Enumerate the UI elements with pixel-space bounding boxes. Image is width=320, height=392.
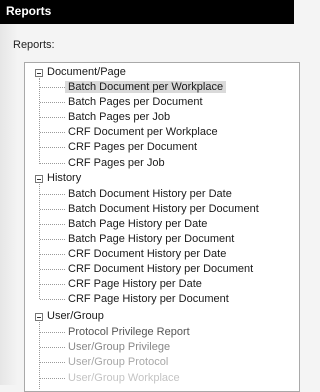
group-label: User/Group xyxy=(47,310,104,322)
window-title: Reports xyxy=(6,4,52,18)
tree-item-batch-page-history-per-document[interactable]: Batch Page History per Document xyxy=(68,232,234,247)
item-label: Batch Pages per Document xyxy=(68,96,203,108)
tree-item-user-group-protocol[interactable]: User/Group Protocol xyxy=(68,355,168,370)
item-label: CRF Document History per Document xyxy=(68,263,254,275)
tree-connector xyxy=(40,362,65,363)
tree-connector xyxy=(40,284,65,285)
tree-connector xyxy=(40,378,65,379)
tree-item-crf-document-per-workplace[interactable]: CRF Document per Workplace xyxy=(68,125,218,140)
collapse-icon[interactable] xyxy=(35,69,43,77)
tree-connector xyxy=(40,254,65,255)
group-label: Document/Page xyxy=(47,66,126,78)
item-label: Batch Pages per Job xyxy=(68,111,171,123)
tree-connector xyxy=(40,299,65,300)
tree-connector xyxy=(39,184,40,299)
tree-item-user-group-privilege[interactable]: User/Group Privilege xyxy=(68,340,170,355)
item-label: CRF Page History per Date xyxy=(68,278,202,290)
item-label: CRF Pages per Document xyxy=(68,141,197,153)
tree-connector xyxy=(39,78,40,164)
tree-item-crf-document-history-per-document[interactable]: CRF Document History per Document xyxy=(68,262,253,277)
item-label: Batch Page History per Document xyxy=(68,233,235,245)
item-label: Batch Page History per Date xyxy=(68,218,208,230)
tree-connector xyxy=(40,239,65,240)
window-title-bar: Reports xyxy=(0,0,294,24)
tree-item-batch-document-per-workplace[interactable]: Batch Document per Workplace xyxy=(65,80,227,95)
item-label: Protocol Privilege Report xyxy=(68,326,190,338)
tree-connector xyxy=(40,347,65,348)
tree-item-batch-document-history-per-date[interactable]: Batch Document History per Date xyxy=(68,187,232,202)
item-label: User/Group Protocol xyxy=(68,356,169,368)
reports-label: Reports: xyxy=(13,39,55,51)
group-label: History xyxy=(47,172,82,184)
tree-item-batch-page-history-per-date[interactable]: Batch Page History per Date xyxy=(68,217,207,232)
tree-connector xyxy=(40,102,65,103)
tree-item-protocol-privilege-report[interactable]: Protocol Privilege Report xyxy=(68,325,190,340)
tree-connector xyxy=(40,332,65,333)
tree-connector xyxy=(40,117,65,118)
item-label: Batch Document History per Date xyxy=(68,188,232,200)
tree-connector xyxy=(40,87,65,88)
item-label: User/Group Workplace xyxy=(68,372,180,384)
reports-tree[interactable]: Document/Page Batch Document per Workpla… xyxy=(24,62,300,392)
tree-group-document-page[interactable]: Document/Page xyxy=(47,65,126,80)
tree-item-crf-page-history-per-date[interactable]: CRF Page History per Date xyxy=(68,277,202,292)
item-label: CRF Pages per Job xyxy=(68,157,165,169)
tree-item-batch-pages-per-document[interactable]: Batch Pages per Document xyxy=(68,95,203,110)
tree-item-user-group-workplace[interactable]: User/Group Workplace xyxy=(68,371,180,386)
background-fade xyxy=(0,24,18,385)
tree-connector xyxy=(40,147,65,148)
tree-connector xyxy=(40,163,65,164)
tree-item-crf-document-history-per-date[interactable]: CRF Document History per Date xyxy=(68,247,226,262)
selected-item-label: Batch Document per Workplace xyxy=(65,81,227,93)
tree-connector xyxy=(40,269,65,270)
item-label: User/Group Privilege xyxy=(68,341,171,353)
tree-connector xyxy=(40,132,65,133)
tree-connector xyxy=(40,209,65,210)
tree-item-crf-pages-per-job[interactable]: CRF Pages per Job xyxy=(68,156,165,171)
tree-group-history[interactable]: History xyxy=(47,171,81,186)
tree-item-batch-pages-per-job[interactable]: Batch Pages per Job xyxy=(68,110,170,125)
collapse-icon[interactable] xyxy=(35,313,43,321)
tree-group-user-group[interactable]: User/Group xyxy=(47,309,104,324)
tree-item-crf-pages-per-document[interactable]: CRF Pages per Document xyxy=(68,140,197,155)
item-label: CRF Document History per Date xyxy=(68,248,227,260)
item-label: CRF Page History per Document xyxy=(68,293,229,305)
tree-connector xyxy=(40,224,65,225)
tree-item-batch-document-history-per-document[interactable]: Batch Document History per Document xyxy=(68,202,259,217)
tree-item-crf-page-history-per-document[interactable]: CRF Page History per Document xyxy=(68,292,229,307)
item-label: Batch Document History per Document xyxy=(68,203,259,215)
tree-connector xyxy=(40,194,65,195)
collapse-icon[interactable] xyxy=(35,175,43,183)
item-label: CRF Document per Workplace xyxy=(68,126,218,138)
